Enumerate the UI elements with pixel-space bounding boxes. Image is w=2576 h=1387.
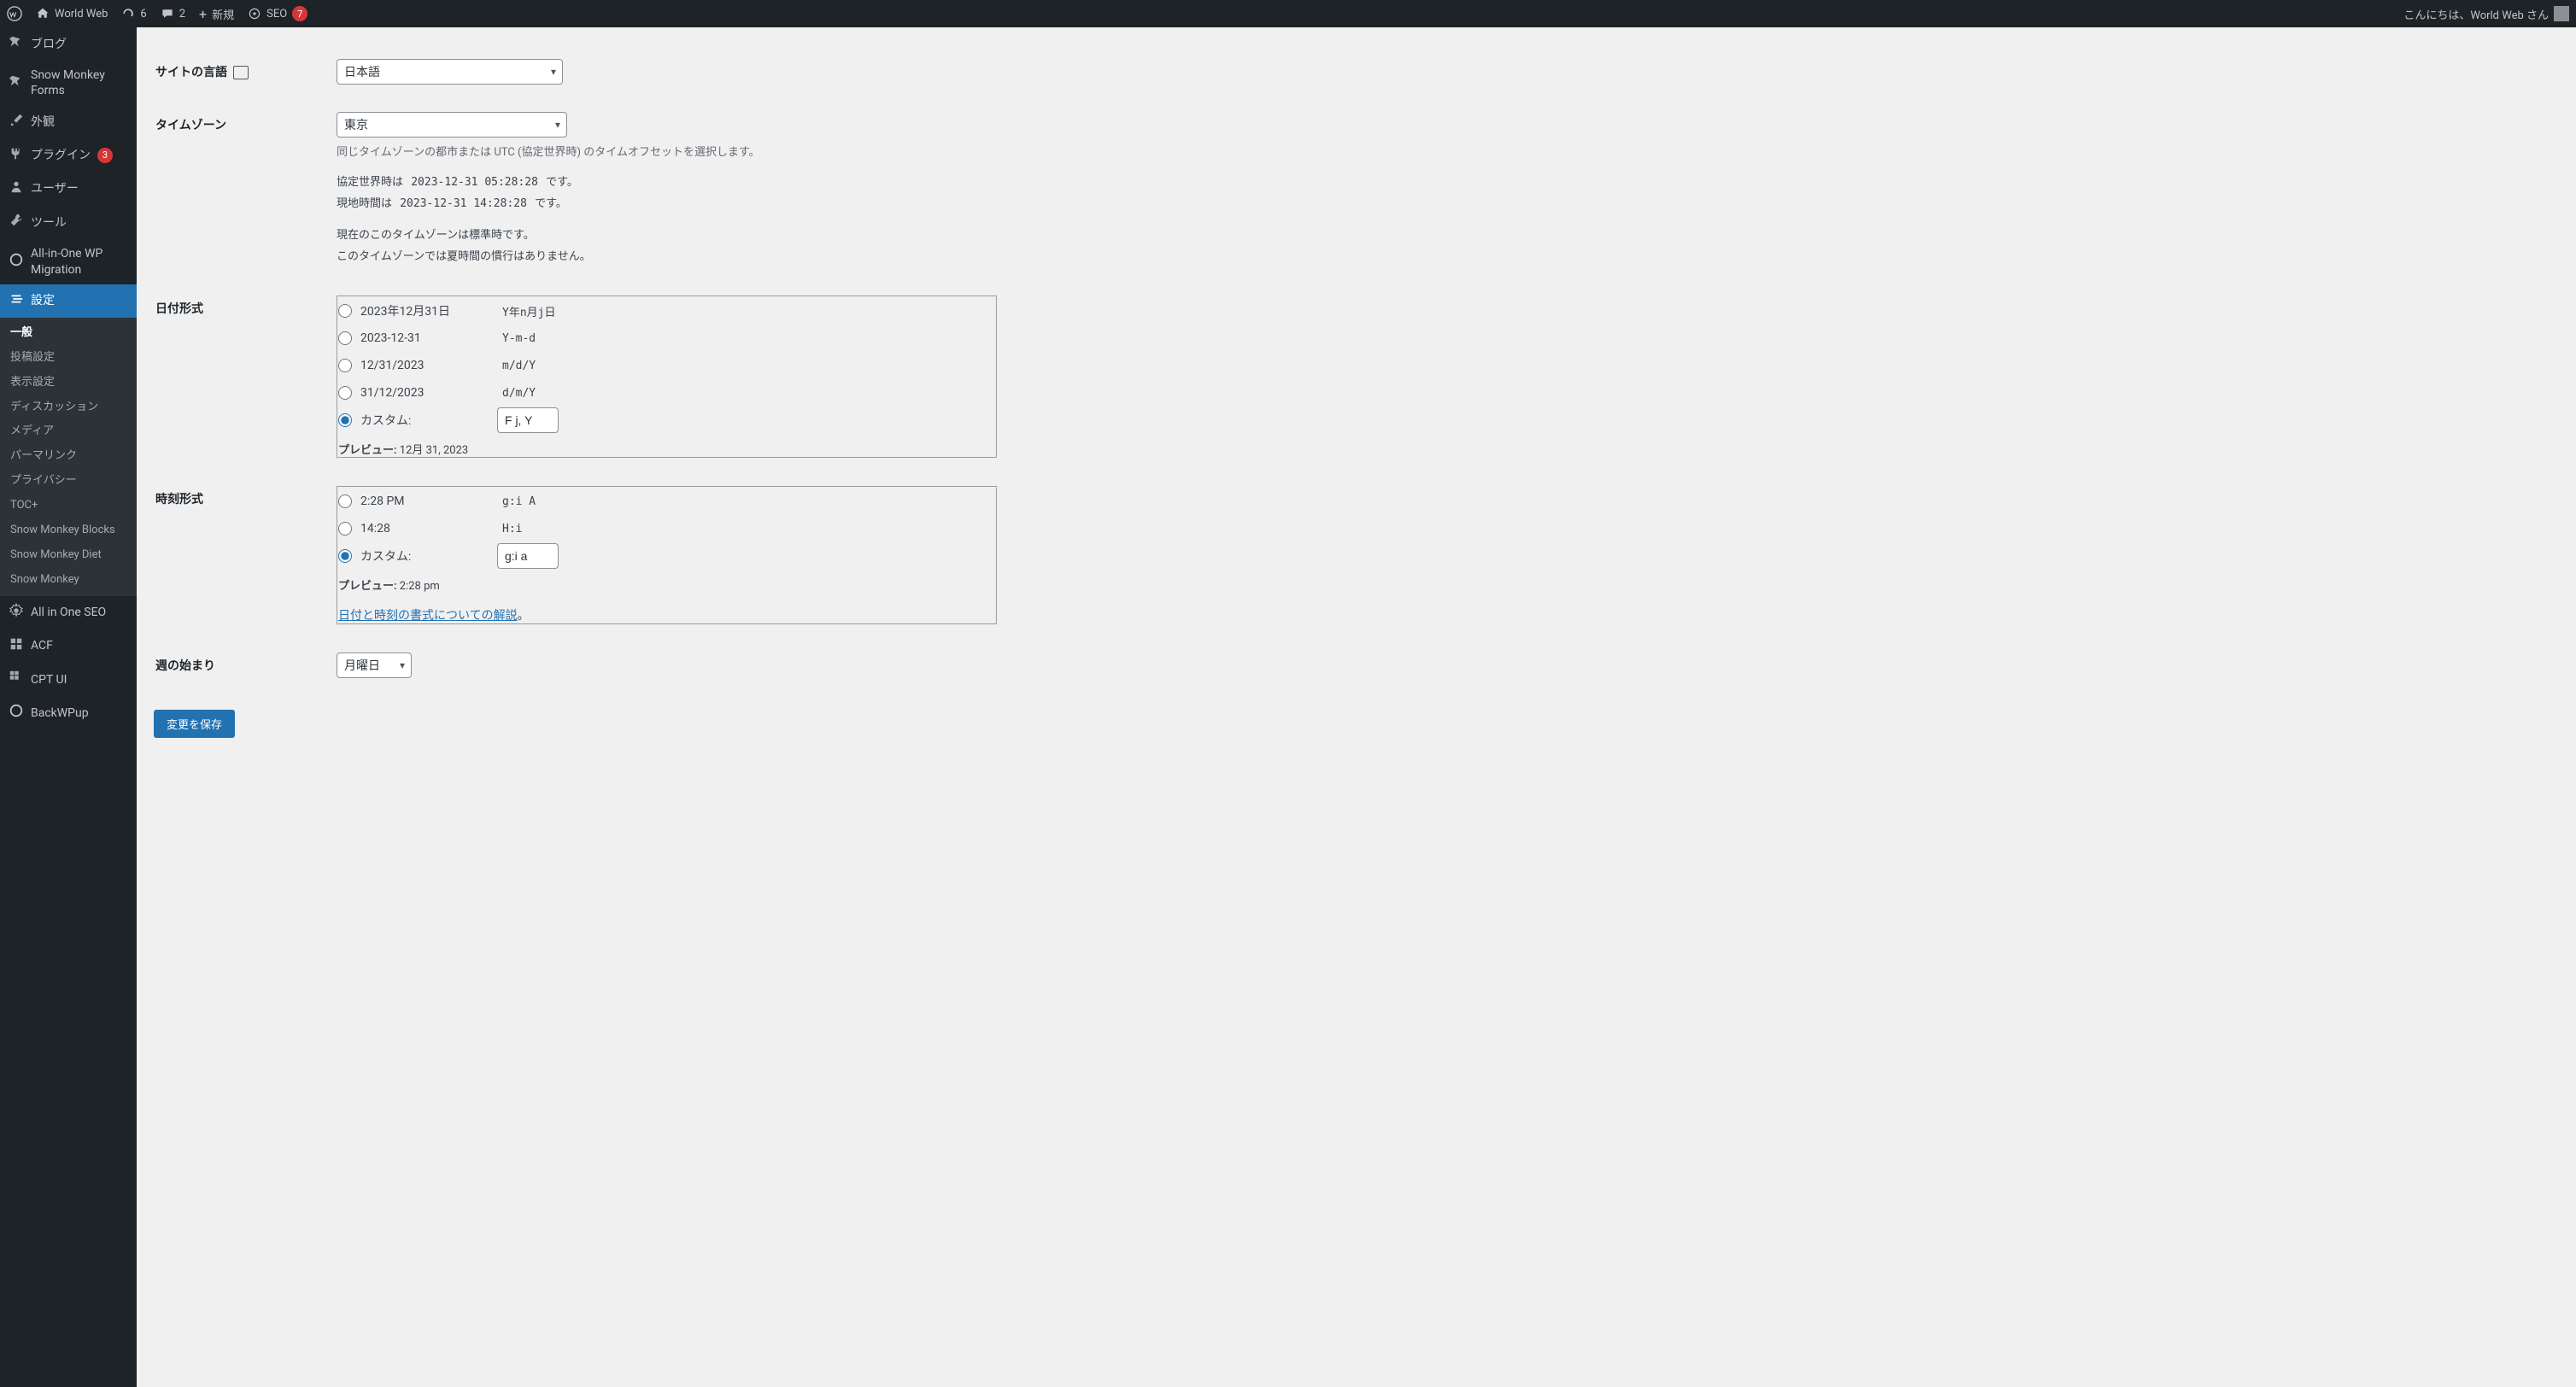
time-custom-input[interactable] [497, 543, 559, 569]
sidebar-item-11[interactable]: BackWPup [0, 696, 137, 729]
date-option-2[interactable]: 12/31/2023 [338, 355, 463, 376]
timezone-label: タイムゾーン [155, 99, 326, 281]
sidebar-item-4[interactable]: ユーザー [0, 173, 137, 206]
tz-dst-line: このタイムゾーンでは夏時間の慣行はありません。 [337, 247, 998, 263]
sidebar-subitem-9[interactable]: Snow Monkey Diet [0, 543, 137, 568]
sidebar-subitem-5[interactable]: パーマリンク [0, 444, 137, 469]
time-preview: プレビュー: 2:28 pm [338, 576, 996, 593]
sidebar-item-2[interactable]: 外観 [0, 106, 137, 139]
site-name-link[interactable]: World Web [29, 0, 114, 27]
circle-icon [9, 252, 24, 272]
sidebar-item-9[interactable]: ACF [0, 629, 137, 663]
sidebar-subitem-7[interactable]: TOC+ [0, 494, 137, 518]
greeting-text: こんにちは、World Web さん [2403, 6, 2549, 22]
sidebar-subitem-4[interactable]: メディア [0, 419, 137, 444]
sidebar-subitem-0[interactable]: 一般 [0, 321, 137, 346]
updates-count: 6 [140, 8, 146, 20]
grid-icon [9, 636, 24, 656]
local-time-line: 現地時間は 2023-12-31 14:28:28 です。 [337, 194, 998, 210]
date-option-3[interactable]: 31/12/2023 [338, 383, 463, 403]
seo-count-badge: 7 [292, 6, 307, 21]
sidebar-item-8[interactable]: All in One SEO [0, 596, 137, 629]
pin-icon [9, 34, 24, 54]
sidebar-subitem-1[interactable]: 投稿設定 [0, 346, 137, 371]
new-content-link[interactable]: + 新規 [192, 0, 241, 27]
updates-link[interactable]: 6 [114, 0, 153, 27]
new-label: 新規 [212, 6, 234, 22]
timezone-select[interactable]: 東京 [337, 112, 567, 138]
sidebar-item-3[interactable]: プラグイン3 [0, 139, 137, 173]
date-option-custom[interactable]: カスタム: [338, 408, 463, 432]
datetime-doc-link[interactable]: 日付と時刻の書式についての解説 [338, 609, 518, 623]
time-option-1[interactable]: 14:28 [338, 518, 463, 539]
sidebar-subitem-2[interactable]: 表示設定 [0, 371, 137, 395]
gear-icon [9, 603, 24, 623]
avatar [2554, 6, 2569, 21]
plug-icon [9, 146, 24, 166]
sidebar-item-6[interactable]: All-in-One WP Migration [0, 239, 137, 284]
date-custom-input[interactable] [497, 407, 559, 433]
sidebar-subitem-10[interactable]: Snow Monkey [0, 568, 137, 593]
time-format-fieldset: 2:28 PMg:i A14:28H:iカスタム:プレビュー: 2:28 pm日… [337, 486, 998, 625]
sidebar-subitem-3[interactable]: ディスカッション [0, 395, 137, 420]
utc-time-line: 協定世界時は 2023-12-31 05:28:28 です。 [337, 173, 998, 189]
circle-icon [9, 703, 24, 723]
seo-link[interactable]: SEO 7 [241, 0, 314, 27]
user-icon [9, 179, 24, 199]
sidebar-item-0[interactable]: ブログ [0, 27, 137, 61]
site-name: World Web [55, 8, 108, 20]
brush-icon [9, 113, 24, 132]
account-link[interactable]: こんにちは、World Web さん [2397, 0, 2576, 27]
date-format-fieldset: 2023年12月31日Y年n月j日2023-12-31Y-m-d12/31/20… [337, 296, 998, 459]
date-preview: プレビュー: 12月 31, 2023 [338, 441, 996, 457]
comments-count: 2 [179, 8, 185, 20]
pin-icon [9, 73, 24, 93]
settings-icon [9, 291, 24, 311]
admin-sidebar: ブログSnow Monkey Forms外観プラグイン3ユーザーツールAll-i… [0, 27, 137, 1387]
save-button[interactable]: 変更を保存 [154, 710, 235, 738]
sidebar-item-5[interactable]: ツール [0, 206, 137, 239]
tz-std-line: 現在のこのタイムゾーンは標準時です。 [337, 225, 998, 242]
squares-icon [9, 670, 24, 689]
seo-label: SEO [266, 8, 287, 20]
comments-link[interactable]: 2 [154, 0, 192, 27]
sidebar-item-10[interactable]: CPT UI [0, 663, 137, 696]
time-format-label: 時刻形式 [155, 473, 326, 638]
translate-icon [233, 66, 249, 79]
sidebar-item-1[interactable]: Snow Monkey Forms [0, 61, 137, 105]
time-option-0[interactable]: 2:28 PM [338, 491, 463, 512]
date-option-0[interactable]: 2023年12月31日 [338, 299, 463, 323]
week-start-select[interactable]: 月曜日 [337, 653, 412, 678]
timezone-desc: 同じタイムゾーンの都市または UTC (協定世界時) のタイムオフセットを選択し… [337, 143, 998, 159]
date-format-label: 日付形式 [155, 283, 326, 471]
week-start-label: 週の始まり [155, 640, 326, 691]
tool-icon [9, 213, 24, 232]
date-option-1[interactable]: 2023-12-31 [338, 328, 463, 348]
sidebar-subitem-6[interactable]: プライバシー [0, 469, 137, 494]
sidebar-subitem-8[interactable]: Snow Monkey Blocks [0, 518, 137, 543]
site-language-select[interactable]: 日本語 [337, 59, 563, 85]
time-option-custom[interactable]: カスタム: [338, 544, 463, 568]
site-language-label: サイトの言語 [155, 46, 326, 97]
wp-logo[interactable] [0, 0, 29, 27]
sidebar-item-7[interactable]: 設定 [0, 284, 137, 318]
sidebar-count: 3 [97, 148, 113, 163]
